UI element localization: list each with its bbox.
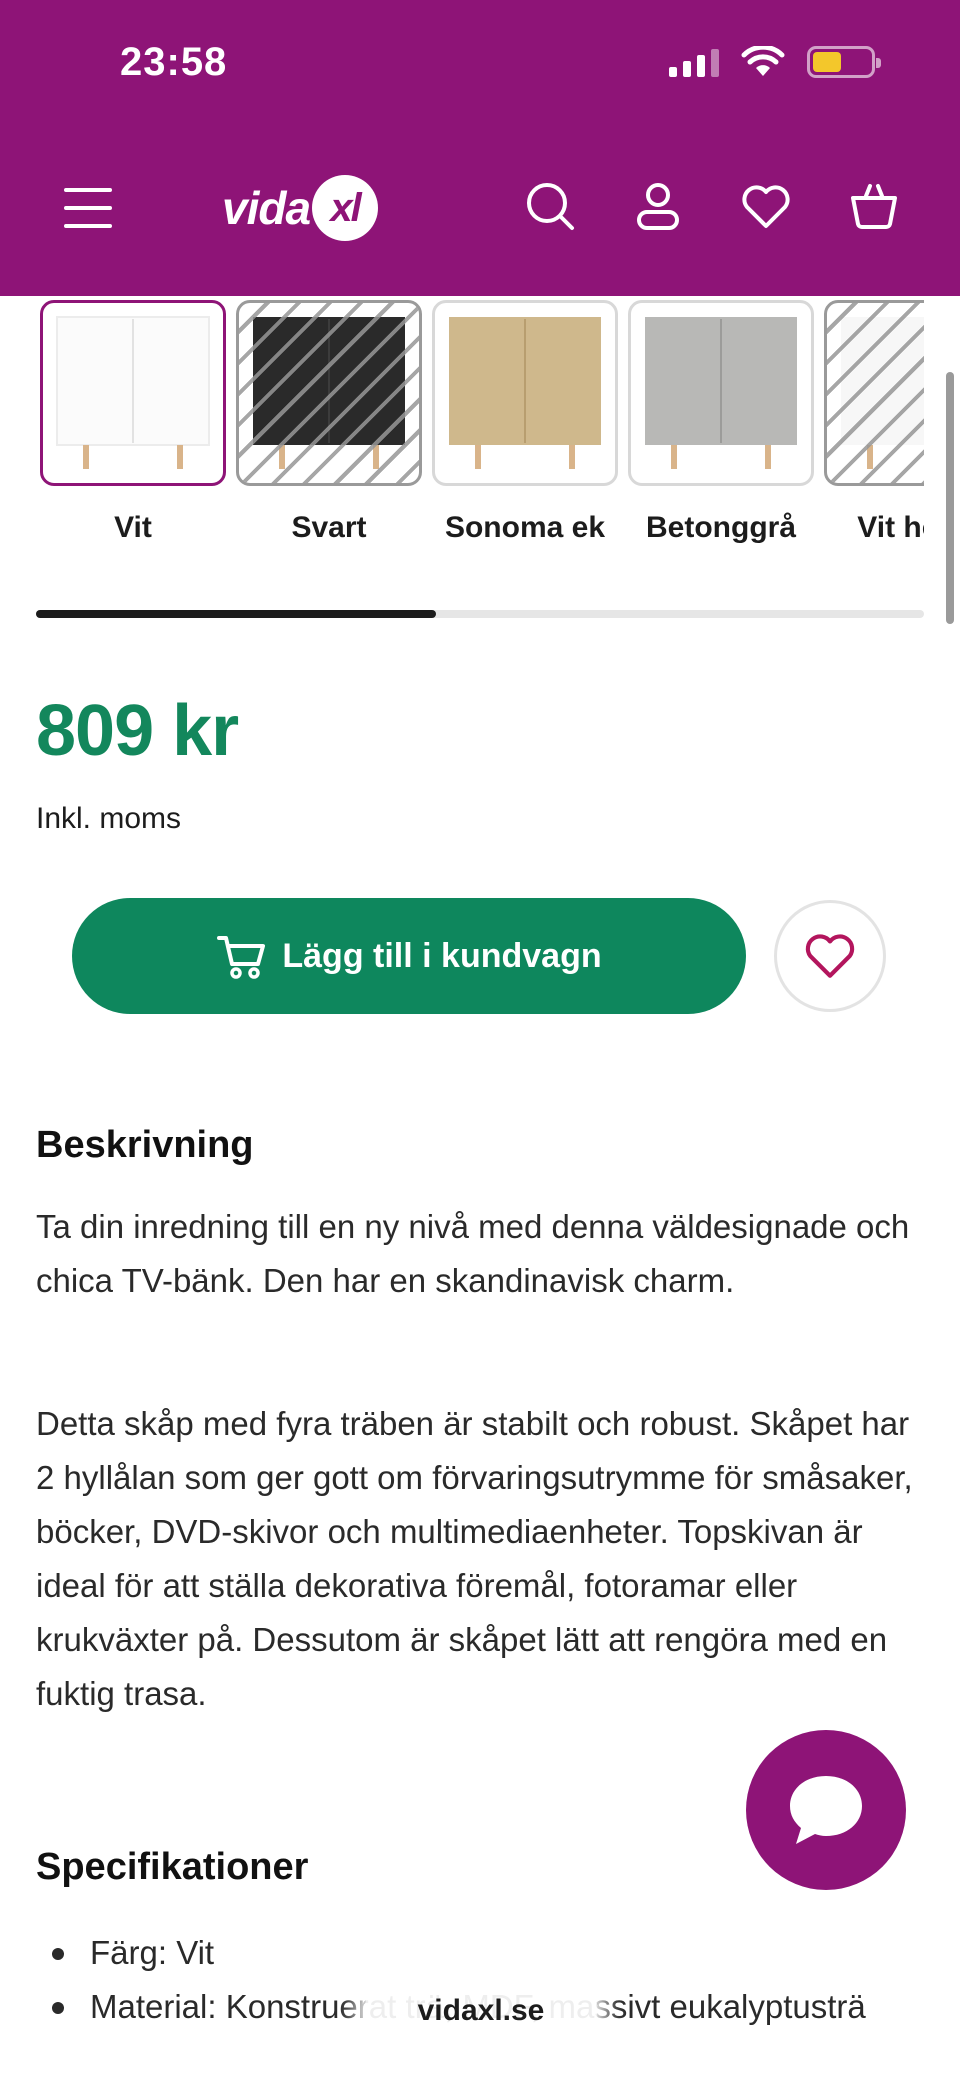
variant-scroll-thumb[interactable] [36, 610, 436, 618]
variant-vit-hogglans[interactable]: Vit högg [824, 300, 924, 551]
vidaxl-logo[interactable]: vida xl [222, 172, 379, 244]
logo-badge: xl [312, 175, 379, 241]
search-icon[interactable] [524, 180, 576, 232]
status-icons [669, 46, 881, 78]
logo-badge-text: xl [330, 185, 361, 230]
wishlist-heart-icon[interactable] [740, 180, 792, 232]
variant-label: Sonoma ek [444, 511, 606, 544]
battery-icon [807, 46, 881, 78]
specifications-heading: Specifikationer [36, 1846, 309, 1888]
description-heading: Beskrivning [36, 1124, 254, 1166]
variant-thumbnail[interactable] [40, 300, 226, 486]
unavailable-overlay [239, 303, 419, 483]
chat-button[interactable] [746, 1730, 906, 1890]
variant-label: Vit [114, 511, 152, 544]
add-to-cart-button[interactable]: Lägg till i kundvagn [72, 898, 746, 1014]
basket-icon[interactable] [848, 180, 900, 232]
vat-note: Inkl. moms [36, 802, 182, 835]
add-to-cart-label: Lägg till i kundvagn [282, 936, 602, 975]
variant-svart[interactable]: Svart [236, 300, 422, 551]
variant-label: Vit högg [857, 511, 924, 544]
cart-icon [217, 936, 266, 979]
variant-label: Betonggrå [646, 511, 796, 544]
heart-icon [805, 934, 855, 978]
chat-icon [790, 1776, 862, 1844]
browser-url-bar[interactable]: vidaxl.se [364, 1978, 598, 2044]
variant-thumbnail[interactable] [824, 300, 924, 486]
status-time: 23:58 [120, 40, 228, 84]
variant-thumbnail[interactable] [628, 300, 814, 486]
page-scrollbar[interactable] [946, 372, 954, 624]
add-to-wishlist-button[interactable] [774, 900, 886, 1012]
variant-thumbnail[interactable] [432, 300, 618, 486]
wifi-icon [741, 46, 785, 76]
variant-betonggra[interactable]: Betonggrå [628, 300, 814, 551]
unavailable-overlay [827, 303, 924, 483]
description-paragraph: Detta skåp med fyra träben är stabilt oc… [36, 1405, 913, 1712]
variant-thumbnail[interactable] [236, 300, 422, 486]
logo-text: vida [222, 182, 311, 234]
nav-bar: vida xl [0, 170, 960, 250]
nav-icons [524, 180, 900, 232]
menu-icon[interactable] [64, 188, 112, 228]
variant-vit[interactable]: Vit [40, 300, 226, 551]
spec-item: Färg: Vit [36, 1926, 928, 1980]
variant-label: Svart [291, 511, 367, 544]
color-variant-carousel[interactable]: Vit Svart Sonoma ek Betonggrå Vit högg [36, 300, 924, 600]
signal-icon [669, 47, 719, 77]
product-price: 809 kr [36, 691, 239, 771]
site-header: 23:58 vida xl [0, 0, 960, 296]
variant-sonoma-ek[interactable]: Sonoma ek [432, 300, 618, 551]
variant-scroll-track[interactable] [36, 610, 924, 618]
description-paragraph: Ta din inredning till en ny nivå med den… [36, 1208, 910, 1299]
account-icon[interactable] [632, 180, 684, 232]
